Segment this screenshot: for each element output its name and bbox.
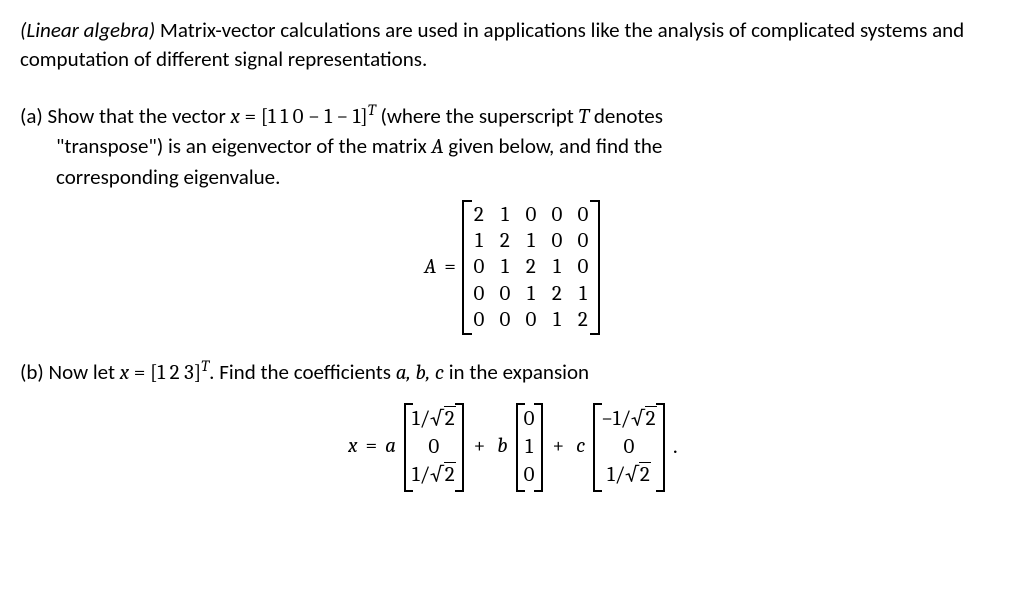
part-b-line1-post: . Find the coefficients [209,359,396,385]
x-var: x [120,361,129,385]
coef-c: c [574,432,587,461]
matrix-lhs: A [424,253,436,282]
vector-x-var: x [231,105,240,129]
eq-sign: = [366,432,378,461]
coef-a: a [383,432,398,461]
basis-vector-2: 0 1 0 [516,403,543,492]
period: . [673,432,678,461]
matrix-A-var: A [431,135,443,159]
part-a-label: (a) [20,103,43,129]
eq-sign: = [240,105,261,129]
matrix-A-display: A = 21000 12100 01210 00121 00012 [20,200,1004,335]
basis-vector-1: 1/√2 0 1/√2 [404,403,464,492]
part-a-line2: "transpose") is an eigenvector of the ma… [56,133,431,159]
matrix-row: 12100 [472,228,590,254]
basis-vector-3: −1/√2 0 1/√2 [593,403,664,492]
expansion-equation: x = a 1/√2 0 1/√2 + b 0 1 0 + c [20,403,1004,492]
matrix-row: 21000 [472,202,590,228]
part-b-label: (b) [20,359,44,385]
abc-vars: a, b, c [396,361,444,385]
part-a-line3: corresponding eigenvalue. [56,164,280,190]
coef-b: b [495,432,509,461]
part-a: (a) Show that the vector x = [1 1 0 − 1 … [20,99,1004,335]
plus-sign: + [549,432,569,461]
intro-paragraph: (Linear algebra) Matrix-vector calculati… [20,16,1004,75]
plus-sign: + [470,432,490,461]
matrix-eq: = [444,253,456,282]
subject-label: (Linear algebra) [20,17,155,43]
part-b-line1-pre: Now let [44,359,120,385]
matrix-row: 00012 [472,307,590,333]
part-a-line2-post: given below, and find the [444,133,663,159]
x-vector-entries: [1 2 3] [150,361,201,385]
part-b: (b) Now let x = [1 2 3]T. Find the coeff… [20,355,1004,491]
intro-text: Matrix-vector calculations are used in a… [20,17,964,72]
part-a-line1-post: (where the superscript [376,103,579,129]
eq-sign: = [129,361,150,385]
transpose-superscript: T [201,357,209,375]
part-a-line1-pre: Show that the vector [43,103,231,129]
matrix-row: 00121 [472,281,590,307]
expansion-lhs: x [346,432,359,461]
transpose-superscript: T [368,101,376,119]
part-a-line1-post2: denotes [589,103,663,129]
vector-x-entries: [1 1 0 − 1 − 1] [261,105,368,129]
T-var: T [578,105,589,129]
matrix-body: 21000 12100 01210 00121 00012 [462,200,600,335]
part-b-line1-post2: in the expansion [444,359,589,385]
matrix-row: 01210 [472,254,590,280]
